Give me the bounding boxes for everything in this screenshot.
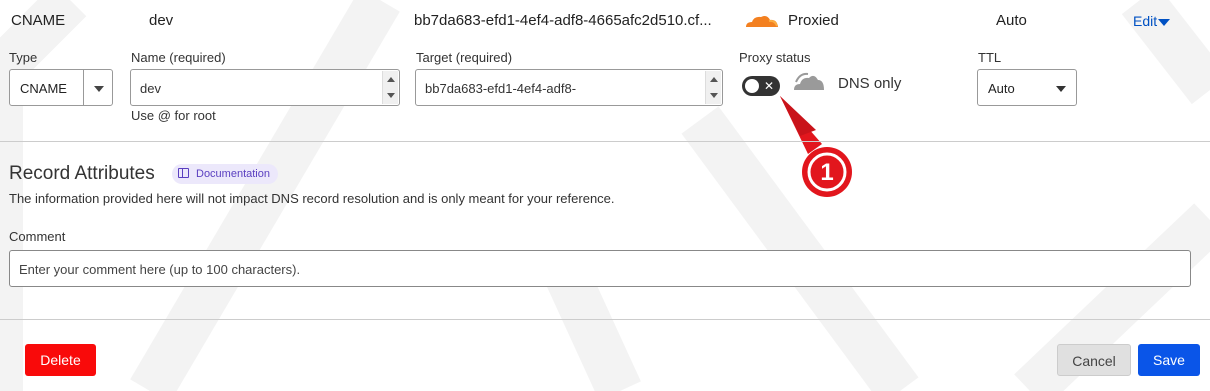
scroll-down-icon bbox=[387, 93, 395, 98]
ttl-select-value: Auto bbox=[988, 81, 1015, 96]
chevron-down-icon bbox=[1056, 86, 1066, 92]
footer-divider bbox=[0, 319, 1210, 320]
dns-only-cloud-icon bbox=[794, 72, 824, 90]
edit-link[interactable]: Edit bbox=[1133, 13, 1171, 29]
type-select-divider bbox=[83, 70, 84, 105]
chevron-down-icon bbox=[94, 86, 104, 92]
dns-only-text: DNS only bbox=[838, 75, 902, 92]
type-select-value: CNAME bbox=[20, 81, 67, 96]
comment-input[interactable]: Enter your comment here (up to 100 chara… bbox=[9, 250, 1191, 287]
target-input-value: bb7da683-efd1-4ef4-adf8- bbox=[425, 81, 577, 96]
name-input-scrollbar[interactable] bbox=[382, 71, 398, 104]
summary-proxy-status: Proxied bbox=[788, 12, 839, 29]
annotation-number: 1 bbox=[820, 159, 834, 186]
target-label: Target (required) bbox=[416, 50, 513, 65]
name-hint: Use @ for root bbox=[131, 108, 216, 123]
comment-placeholder: Enter your comment here (up to 100 chara… bbox=[19, 262, 301, 277]
documentation-link[interactable]: Documentation bbox=[172, 164, 278, 184]
summary-name: dev bbox=[149, 12, 174, 29]
type-label: Type bbox=[9, 50, 38, 65]
record-attributes-title: Record Attributes bbox=[9, 163, 155, 184]
summary-target: bb7da683-efd1-4ef4-adf8-4665afc2d510.cf.… bbox=[414, 12, 712, 29]
target-input[interactable]: bb7da683-efd1-4ef4-adf8- bbox=[415, 69, 723, 106]
target-input-scrollbar[interactable] bbox=[705, 71, 721, 104]
proxied-cloud-icon bbox=[746, 16, 778, 27]
attributes-description: The information provided here will not i… bbox=[9, 191, 615, 206]
delete-button[interactable]: Delete bbox=[25, 344, 96, 376]
ttl-select[interactable]: Auto bbox=[977, 69, 1077, 106]
name-input[interactable]: dev bbox=[130, 69, 400, 106]
scroll-down-icon bbox=[710, 93, 718, 98]
type-select[interactable]: CNAME bbox=[9, 69, 113, 106]
save-button[interactable]: Save bbox=[1138, 344, 1200, 376]
documentation-label: Documentation bbox=[196, 168, 270, 180]
edit-link-label: Edit bbox=[1133, 13, 1158, 29]
record-summary-row: CNAME dev bb7da683-efd1-4ef4-adf8-4665af… bbox=[0, 0, 1210, 40]
summary-ttl: Auto bbox=[996, 12, 1027, 29]
comment-label: Comment bbox=[9, 229, 66, 244]
chevron-down-icon bbox=[1158, 18, 1171, 26]
cancel-button[interactable]: Cancel bbox=[1057, 344, 1131, 376]
section-divider bbox=[0, 141, 1210, 142]
scroll-up-icon bbox=[710, 77, 718, 82]
name-label: Name (required) bbox=[131, 50, 226, 65]
toggle-knob bbox=[745, 79, 759, 93]
proxy-status-label: Proxy status bbox=[739, 50, 811, 65]
ttl-label: TTL bbox=[978, 50, 1002, 65]
name-input-value: dev bbox=[140, 81, 161, 96]
book-icon bbox=[178, 168, 189, 178]
scroll-up-icon bbox=[387, 77, 395, 82]
summary-type: CNAME bbox=[11, 12, 66, 29]
